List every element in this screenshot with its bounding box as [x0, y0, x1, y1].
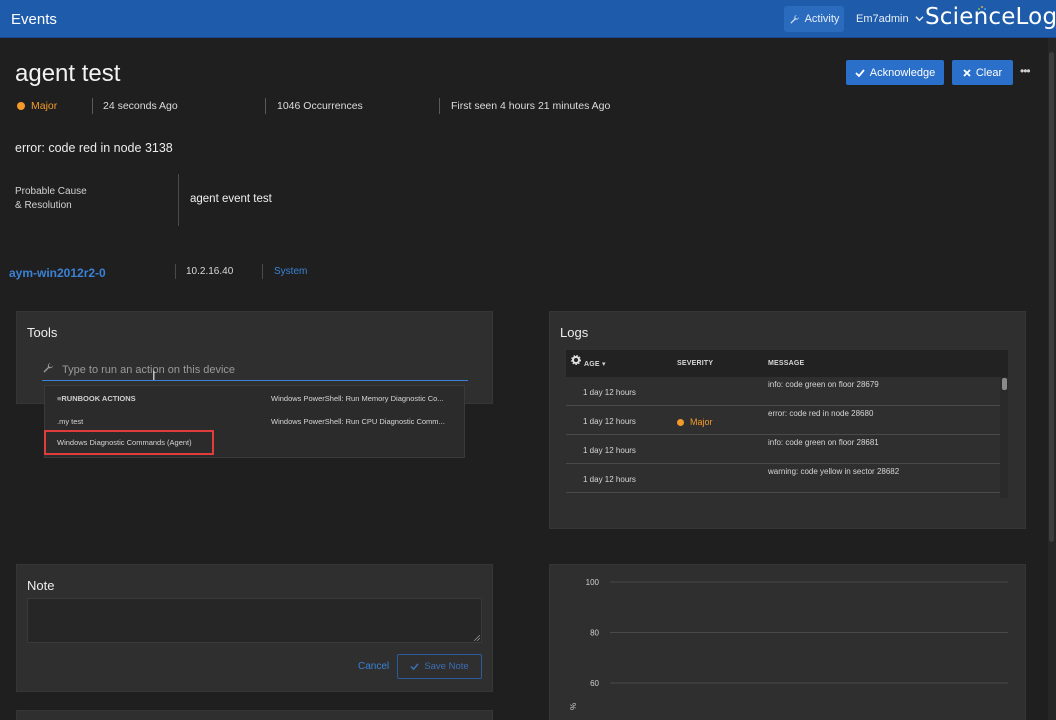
event-title: agent test: [15, 60, 121, 87]
brand-logo: ScienceLogic: [925, 4, 1056, 30]
log-message: info: code green on floor 28679: [768, 380, 879, 389]
table-row[interactable]: 1 day 12 hours info: code green on floor…: [566, 435, 1000, 464]
logo-dots: [978, 5, 988, 11]
dropdown-item-cpu-diagnostic[interactable]: Windows PowerShell: Run CPU Diagnostic C…: [271, 417, 445, 426]
severity-indicator: Major: [17, 100, 57, 112]
table-row[interactable]: 1 day 12 hours Major error: code red in …: [566, 406, 1000, 435]
meta-divider: [439, 98, 440, 114]
log-age: 1 day 12 hours: [583, 388, 636, 397]
log-age: 1 day 12 hours: [583, 446, 636, 455]
top-bar: Events Activity Em7admin ScienceLogic: [0, 0, 1056, 38]
chevron-down-icon: [915, 16, 924, 22]
device-divider: [262, 264, 263, 279]
logs-table: AGE ▾ SEVERITY MESSAGE 1 day 12 hours in…: [566, 350, 1008, 498]
logs-scrollbar[interactable]: [1000, 377, 1008, 498]
dropdown-item-memory-diagnostic[interactable]: Windows PowerShell: Run Memory Diagnosti…: [271, 394, 444, 403]
cause-divider: [178, 174, 179, 226]
save-note-button[interactable]: Save Note: [397, 654, 482, 679]
note-cancel-button[interactable]: Cancel: [358, 661, 389, 672]
meta-divider: [265, 98, 266, 114]
log-age: 1 day 12 hours: [583, 417, 636, 426]
tools-title: Tools: [27, 325, 58, 340]
table-row[interactable]: 1 day 12 hours info: code green on floor…: [566, 377, 1000, 406]
column-header-severity[interactable]: SEVERITY: [677, 360, 713, 367]
next-panel: [16, 710, 493, 720]
sort-down-icon: ▾: [601, 361, 606, 368]
log-message: error: code red in node 28680: [768, 409, 874, 418]
tools-search: [42, 360, 468, 381]
gear-icon[interactable]: [571, 355, 581, 365]
close-icon: [963, 68, 971, 77]
wrench-icon: [42, 362, 54, 377]
note-textarea[interactable]: [27, 598, 482, 643]
y-tick-label: 100: [586, 578, 600, 587]
activity-button[interactable]: Activity: [784, 6, 844, 32]
severity-dot-icon: [17, 102, 25, 110]
tools-search-input[interactable]: [62, 361, 462, 379]
chart: 100 80 60%: [569, 578, 1008, 710]
log-severity: Major: [677, 417, 713, 427]
check-icon: [855, 68, 865, 77]
dropdown-item-my-test[interactable]: .my test: [57, 417, 83, 426]
event-occurrences: 1046 Occurrences: [277, 100, 363, 112]
probable-cause-value: agent event test: [190, 193, 272, 205]
selection-highlight: [44, 430, 214, 455]
log-age: 1 day 12 hours: [583, 475, 636, 484]
device-ip: 10.2.16.40: [186, 266, 234, 277]
acknowledge-button[interactable]: Acknowledge: [846, 60, 944, 85]
logs-scrollbar-thumb[interactable]: [1002, 378, 1007, 390]
save-note-label: Save Note: [424, 661, 469, 672]
y-tick-label: 80: [590, 629, 599, 638]
log-message: warning: code yellow in sector 28682: [768, 467, 900, 476]
user-name: Em7admin: [856, 13, 909, 25]
resize-handle-icon[interactable]: [474, 635, 480, 641]
table-row[interactable]: 1 day 12 hours warning: code yellow in s…: [566, 464, 1000, 493]
severity-label: Major: [31, 100, 58, 112]
acknowledge-label: Acknowledge: [869, 66, 936, 79]
logs-title: Logs: [560, 325, 589, 340]
text-cursor-icon: I: [152, 368, 156, 383]
clear-label: Clear: [975, 66, 1003, 79]
clear-button[interactable]: Clear: [952, 60, 1013, 85]
wrench-icon: [789, 14, 799, 24]
column-header-message[interactable]: MESSAGE: [768, 360, 804, 367]
probable-cause-label: Probable Cause & Resolution: [15, 186, 87, 211]
more-actions-button[interactable]: •••: [1020, 64, 1031, 78]
device-divider: [175, 264, 176, 279]
page-scrollbar-thumb[interactable]: [1049, 52, 1054, 542]
column-header-age[interactable]: AGE ▾: [584, 360, 606, 368]
log-message: info: code green on floor 28681: [768, 438, 879, 447]
check-icon: [410, 663, 419, 670]
severity-dot-icon: [677, 419, 684, 426]
event-first-seen: First seen 4 hours 21 minutes Ago: [451, 100, 611, 112]
device-org-link[interactable]: System: [274, 266, 307, 277]
logs-table-header: AGE ▾ SEVERITY MESSAGE: [566, 350, 1008, 377]
event-message: error: code red in node 3138: [15, 141, 173, 155]
app-title[interactable]: Events: [11, 11, 57, 28]
y-axis-label: %: [569, 703, 578, 710]
activity-label: Activity: [804, 13, 840, 25]
meta-divider: [92, 98, 93, 114]
user-menu[interactable]: Em7admin: [856, 13, 924, 25]
note-title: Note: [27, 578, 55, 593]
dropdown-section-header: ≡RUNBOOK ACTIONS: [57, 394, 136, 403]
device-link[interactable]: aym-win2012r2-0: [9, 266, 106, 280]
y-tick-label: 60: [590, 679, 599, 688]
event-age: 24 seconds Ago: [103, 100, 178, 112]
